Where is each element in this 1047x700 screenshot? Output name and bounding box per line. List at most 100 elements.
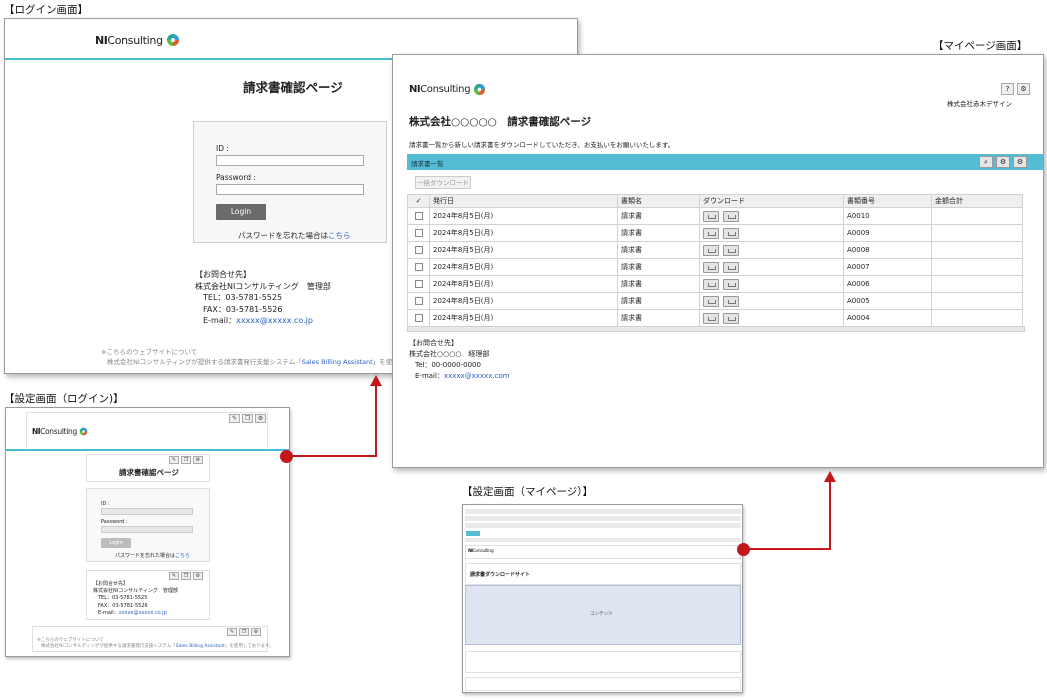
download-pdf-icon[interactable] xyxy=(703,244,719,256)
download-file-icon[interactable] xyxy=(723,312,739,324)
password-input[interactable] xyxy=(216,184,364,195)
gear-icon[interactable]: ⚙ xyxy=(251,628,261,636)
download-pdf-icon[interactable] xyxy=(703,295,719,307)
table-row: 2024年8月5日(月) 請求書 A0005 xyxy=(407,292,1023,310)
password-input[interactable] xyxy=(101,526,193,533)
invoice-table: ✓ 発行日 書類名 ダウンロード 書類番号 金額合計 2024年8月5日(月) 請… xyxy=(407,194,1023,327)
table-row: 2024年8月5日(月) 請求書 A0010 xyxy=(407,207,1023,225)
download-file-icon[interactable] xyxy=(723,261,739,273)
download-file-icon[interactable] xyxy=(723,244,739,256)
mypage-screen: NI Consulting ? ⚙ 株式会社赤木デザイン 株式会社○○○○○ 請求… xyxy=(392,54,1044,468)
col-issue-date[interactable]: 発行日 xyxy=(429,194,618,208)
header-tools: ✎ ❐ ⚙ xyxy=(229,414,266,423)
mypage-email-link[interactable]: xxxxx@xxxxx.com xyxy=(444,372,510,380)
row-checkbox[interactable] xyxy=(414,314,423,322)
id-label: ID : xyxy=(101,501,110,507)
gear-icon[interactable]: ⚙ xyxy=(193,572,203,580)
col-total-amount[interactable]: 金額合計 xyxy=(931,194,1023,208)
horizontal-scrollbar[interactable] xyxy=(407,326,1025,332)
gear-icon[interactable]: ⚙ xyxy=(996,156,1010,168)
logo-mark-icon xyxy=(474,83,486,96)
col-download[interactable]: ダウンロード xyxy=(699,194,844,208)
settings-icon[interactable]: ⚙ xyxy=(1017,83,1030,95)
download-pdf-icon[interactable] xyxy=(703,227,719,239)
table-header-row: ✓ 発行日 書類名 ダウンロード 書類番号 金額合計 xyxy=(407,194,1023,208)
header-check-icon[interactable]: ✓ xyxy=(407,194,430,208)
table-row: 2024年8月5日(月) 請求書 A0004 xyxy=(407,309,1023,327)
brand-logo: NI Consulting xyxy=(95,33,180,47)
mypage-title: 株式会社○○○○○ 請求書確認ページ xyxy=(409,116,592,128)
settings-login-title: 請求書確認ページ xyxy=(119,468,179,477)
content-label: コンテンツ xyxy=(590,612,613,617)
row-checkbox[interactable] xyxy=(414,246,423,254)
content-area[interactable]: コンテンツ xyxy=(465,585,741,645)
download-pdf-icon[interactable] xyxy=(703,261,719,273)
forgot-password-link[interactable]: こちら xyxy=(328,231,351,240)
theme-swatch[interactable] xyxy=(466,531,480,536)
gear-icon[interactable]: ⚙ xyxy=(255,414,266,423)
settings-login-screen: ✎ ❐ ⚙ NI Consulting ✎ ❐ ⚙ 請求書確認ページ ID : P… xyxy=(5,407,290,657)
download-file-icon[interactable] xyxy=(723,210,739,222)
help-button[interactable]: ? xyxy=(1001,83,1014,95)
id-label: ID : xyxy=(216,144,229,153)
mypage-contact: 【お問合せ先】 株式会社○○○○ 経理部 Tel：00-0000-0000 E-… xyxy=(409,339,510,380)
download-pdf-icon[interactable] xyxy=(703,312,719,324)
settings-about-block xyxy=(465,677,741,691)
edit-icon[interactable]: ✎ xyxy=(169,572,179,580)
gear-icon[interactable]: ⚙ xyxy=(193,456,203,464)
id-input[interactable] xyxy=(216,155,364,166)
download-file-icon[interactable] xyxy=(723,278,739,290)
connector-line xyxy=(745,548,830,550)
settings-header-block: NI Consulting xyxy=(465,545,741,559)
caption-settings-mypage: 【設定画面（マイページ）】 xyxy=(462,486,594,498)
forgot-password-link[interactable]: こちら xyxy=(175,553,190,559)
row-checkbox[interactable] xyxy=(414,263,423,271)
forgot-password: パスワードを忘れた場合はこちら xyxy=(238,231,351,240)
col-doc-name[interactable]: 書類名 xyxy=(617,194,700,208)
download-file-icon[interactable] xyxy=(723,295,739,307)
bulk-download-button[interactable]: 一括ダウンロード xyxy=(415,176,471,189)
edit-icon[interactable]: ✎ xyxy=(169,456,179,464)
sba-link[interactable]: Sales Billing Assistant xyxy=(302,358,373,366)
login-box: ID : Password : Login パスワードを忘れた場合はこちら xyxy=(193,121,387,243)
row-checkbox[interactable] xyxy=(414,229,423,237)
company-user: 株式会社赤木デザイン xyxy=(947,100,1012,108)
settings-mypage-screen: NI Consulting 請求書ダウンロードサイト コンテンツ xyxy=(462,504,743,693)
options-icon[interactable]: ⚙ xyxy=(1013,156,1027,168)
search-icon[interactable]: ⌕ xyxy=(979,156,993,168)
table-row: 2024年8月5日(月) 請求書 A0007 xyxy=(407,258,1023,276)
caption-login: 【ログイン画面】 xyxy=(4,4,88,16)
contact-email-link[interactable]: xxxxx@xxxxx.co.jp xyxy=(119,610,167,616)
sba-link[interactable]: Sales Billing Assistant xyxy=(176,644,225,649)
download-file-icon[interactable] xyxy=(723,227,739,239)
caption-settings-login: 【設定画面（ログイン)】 xyxy=(4,393,124,405)
settings-toolbar-rows xyxy=(463,507,742,543)
edit-icon[interactable]: ✎ xyxy=(227,628,237,636)
copy-icon[interactable]: ❐ xyxy=(242,414,253,423)
copy-icon[interactable]: ❐ xyxy=(181,456,191,464)
password-label: Password : xyxy=(101,519,128,525)
copy-icon[interactable]: ❐ xyxy=(181,572,191,580)
header-divider xyxy=(6,449,289,451)
row-checkbox[interactable] xyxy=(414,280,423,288)
row-checkbox[interactable] xyxy=(414,212,423,220)
login-button[interactable]: Login xyxy=(101,538,131,548)
login-button[interactable]: Login xyxy=(216,204,266,220)
download-pdf-icon[interactable] xyxy=(703,210,719,222)
password-label: Password : xyxy=(216,173,256,182)
id-input[interactable] xyxy=(101,508,193,515)
contact-email-link[interactable]: xxxxx@xxxxx.co.jp xyxy=(236,316,313,325)
row-checkbox[interactable] xyxy=(414,297,423,305)
connector-line xyxy=(829,481,831,550)
brand-logo: NI Consulting xyxy=(468,549,494,554)
logo-mark-icon xyxy=(166,34,179,46)
settings-login-box: ID : Password : Login パスワードを忘れた場合はこちら xyxy=(86,488,210,562)
col-doc-number[interactable]: 書類番号 xyxy=(843,194,932,208)
copy-icon[interactable]: ❐ xyxy=(239,628,249,636)
forgot-password: パスワードを忘れた場合はこちら xyxy=(115,553,191,559)
settings-contact-block: ✎ ❐ ⚙ 【お問合せ先】 株式会社NIコンサルティング 管理部 TEL：03-… xyxy=(86,570,210,620)
edit-icon[interactable]: ✎ xyxy=(229,414,240,423)
settings-about-block: ✎ ❐ ⚙ ※こちらのウェブサイトについて 株式会社NIコンサルティングが提供す… xyxy=(32,626,274,652)
connector-line xyxy=(375,385,377,457)
download-pdf-icon[interactable] xyxy=(703,278,719,290)
